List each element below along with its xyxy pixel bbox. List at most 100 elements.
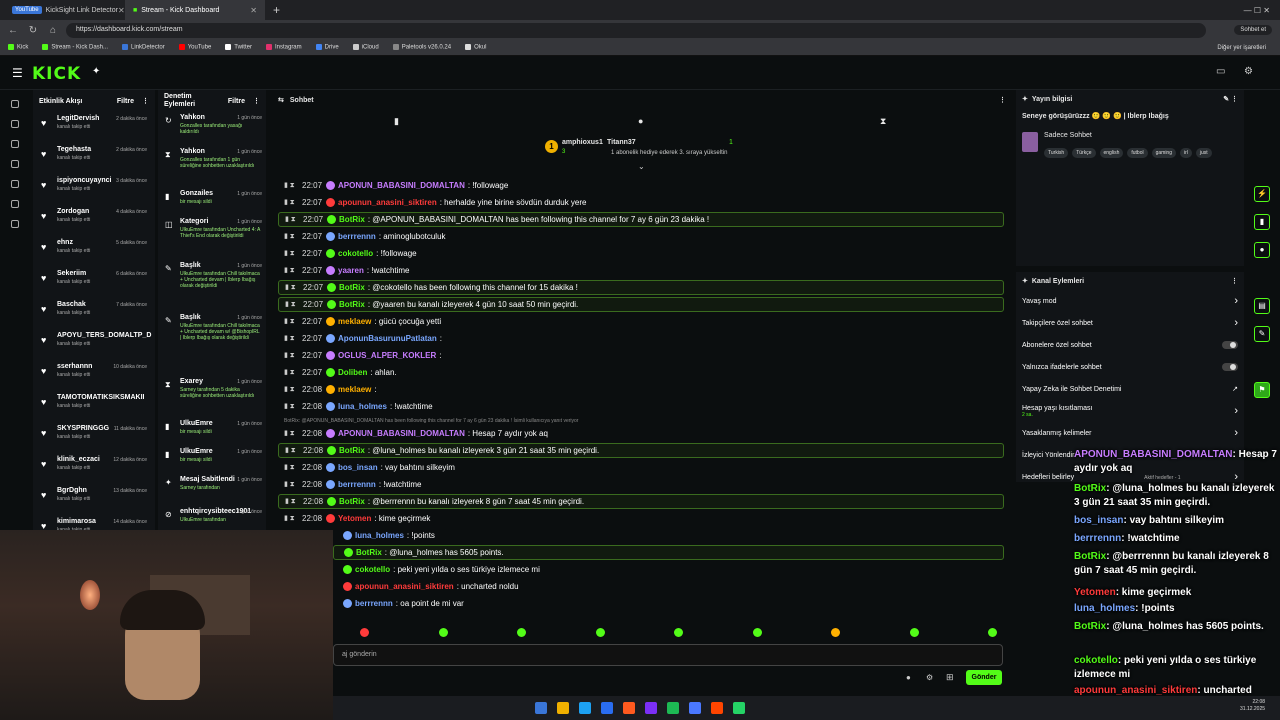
stream-tag[interactable]: english: [1099, 148, 1124, 158]
layout-icon[interactable]: ▤: [1254, 298, 1270, 314]
reload-icon[interactable]: ↻: [26, 25, 40, 36]
send-button[interactable]: Gönder: [966, 670, 1002, 685]
modlog-item[interactable]: ▮ UlkuEmre bir mesajı sildi 1 gün önce: [158, 446, 266, 474]
chat-message[interactable]: ▮ ⧗ 22:07 APONUN_BABASINI_DOMALTAN: !follo…: [278, 178, 1004, 193]
taskbar-app-icon[interactable]: [711, 702, 723, 714]
layout-icon[interactable]: ▭: [1216, 66, 1225, 77]
bookmark-item[interactable]: Drive: [315, 44, 339, 51]
chevron-right-icon[interactable]: ›: [1234, 317, 1238, 329]
settings-icon[interactable]: ⚙: [1244, 66, 1253, 77]
toggle-switch[interactable]: [1222, 341, 1238, 349]
message-username[interactable]: luna_holmes: [355, 531, 404, 540]
external-link-icon[interactable]: ↗: [1232, 385, 1238, 393]
other-bookmarks[interactable]: Diğer yer işaretleri: [1217, 45, 1266, 51]
chat-message[interactable]: ▮ ⧗ 22:07 berrrennn: aminoglubotculuk: [278, 229, 1004, 244]
message-username[interactable]: cokotello: [338, 249, 373, 258]
chat-message[interactable]: ▮ ⧗ 22:07 BotRix: @yaaren bu kanalı izleye…: [278, 297, 1004, 312]
bookmark-item[interactable]: LinkDetector: [122, 44, 165, 51]
raid-icon[interactable]: ⚑: [1254, 382, 1270, 398]
hourglass-icon[interactable]: ⧗: [880, 116, 886, 127]
modlog-item[interactable]: ▮ UlkuEmre bir mesajı sildi 1 gün önce: [158, 418, 266, 446]
chevron-right-icon[interactable]: ›: [1234, 405, 1238, 417]
activity-item[interactable]: ♥ SKYSPRINGGG kanalı takip etti 11 dakika ö…: [33, 422, 155, 453]
message-actions-icon[interactable]: ▮ ⧗: [284, 463, 295, 472]
channel-action-row[interactable]: Yalnızca ifadelerle sohbet: [1016, 356, 1244, 378]
chat-message[interactable]: ▮ ⧗ 22:08 APONUN_BABASINI_DOMALTAN: Hesap …: [278, 426, 1004, 441]
message-actions-icon[interactable]: ▮ ⧗: [285, 300, 296, 309]
activity-item[interactable]: ♥ LegitDervish kanalı takip etti 2 dakika ö…: [33, 112, 155, 143]
stream-tag[interactable]: just: [1195, 148, 1212, 158]
message-username[interactable]: meklaew: [338, 317, 371, 326]
chat-message[interactable]: ▮ ⧗ 22:08 berrrennn: !watchtime: [278, 477, 1004, 492]
stream-tag[interactable]: gaming: [1151, 148, 1176, 158]
message-username[interactable]: BotRix: [339, 283, 365, 292]
activity-item[interactable]: ♥ klinik_eczaci kanalı takip etti 12 dakika…: [33, 453, 155, 484]
activity-item[interactable]: ♥ APOYU_TERS_DOMALTP_D kanalı takip etti: [33, 329, 155, 360]
collapse-icon[interactable]: [11, 100, 19, 108]
message-actions-icon[interactable]: ▮ ⧗: [284, 351, 295, 360]
chat-message[interactable]: ▮ ⧗ 22:07 apounun_anasini_siktiren: herhal…: [278, 195, 1004, 210]
message-username[interactable]: BotRix: [339, 300, 365, 309]
channel-action-row[interactable]: Takipçilere özel sohbet ›: [1016, 312, 1244, 334]
bookmark-item[interactable]: Twitter: [225, 44, 252, 51]
window-controls[interactable]: — ☐ ✕: [1244, 6, 1270, 15]
activity-item[interactable]: ♥ BgrDghn kanalı takip etti 13 dakika önce: [33, 484, 155, 515]
message-username[interactable]: BotRix: [339, 446, 365, 455]
chat-message[interactable]: ▮ ⧗ 22:08 Yetomen: kime geçirmek: [278, 511, 1004, 526]
new-tab-button[interactable]: +: [273, 3, 280, 17]
home-icon[interactable]: ⌂: [46, 25, 60, 36]
message-actions-icon[interactable]: ▮ ⧗: [284, 402, 295, 411]
stream-tag[interactable]: Türkçe: [1072, 148, 1096, 158]
taskbar-app-icon[interactable]: [579, 702, 591, 714]
taskbar-app-icon[interactable]: [601, 702, 613, 714]
chat-message[interactable]: ▮ ⧗ 22:07 cokotello: !followage: [278, 246, 1004, 261]
taskbar-app-icon[interactable]: [689, 702, 701, 714]
chat-message[interactable]: ▮ ⧗ 22:08 meklaew:: [278, 382, 1004, 397]
bookmark-item[interactable]: Okul: [465, 44, 486, 51]
chat-message[interactable]: ▮ ⧗ 22:07 OGLUS_ALPER_KOKLER:: [278, 348, 1004, 363]
message-username[interactable]: AponunBasurunuPatlatan: [338, 334, 437, 343]
emote-icon[interactable]: [831, 628, 840, 637]
tab-stream[interactable]: ■ Stream - Kick Dashboard ✕: [125, 0, 265, 20]
bookmark-item[interactable]: iCloud: [352, 44, 379, 51]
modlog-item[interactable]: ↻ Yahkon Gonzalles tarafından yasağı kaldı…: [158, 112, 266, 146]
gear-icon[interactable]: ⚙: [926, 673, 933, 682]
activity-item[interactable]: ♥ kimimarosa kanalı takip etti 14 dakika ön…: [33, 515, 155, 530]
chat-message[interactable]: ▮ ⧗ 22:07 Doliben: ahlan.: [278, 365, 1004, 380]
taskbar-app-icon[interactable]: [645, 702, 657, 714]
kick-logo[interactable]: KICK: [32, 64, 81, 84]
edit-icon[interactable]: ✎ ⋮: [1223, 95, 1238, 103]
stream-tag[interactable]: futbol: [1127, 148, 1148, 158]
message-actions-icon[interactable]: ▮ ⧗: [284, 480, 295, 489]
message-actions-icon[interactable]: ▮ ⧗: [284, 368, 295, 377]
message-username[interactable]: apounun_anasini_siktiren: [355, 582, 454, 591]
chat-message[interactable]: ▮ ⧗ 22:08 BotRix: @berrrennn bu kanalı izl…: [278, 494, 1004, 509]
chat-icon[interactable]: [11, 140, 19, 148]
close-icon[interactable]: ✕: [118, 6, 125, 15]
activity-item[interactable]: ♥ Baschak kanalı takip etti 7 dakika önce: [33, 298, 155, 329]
modlog-item[interactable]: ⧗ Yahkon Gonzalles tarafından 1 gün süreli…: [158, 146, 266, 188]
emote-icon[interactable]: [674, 628, 683, 637]
more-icon[interactable]: ⋮: [142, 97, 149, 105]
modlog-item[interactable]: ✎ Başlık UlkuEmre tarafından Chill takılma…: [158, 260, 266, 312]
emote-icon[interactable]: [988, 628, 997, 637]
channel-action-row[interactable]: Hesap yaşı kısıtlaması 2 sa. ›: [1016, 400, 1244, 422]
users-icon[interactable]: [11, 180, 19, 188]
url-input[interactable]: https://dashboard.kick.com/stream: [66, 22, 1206, 38]
activity-item[interactable]: ♥ TAMOTOMATIKSIKSMAKII kanalı takip etti: [33, 391, 155, 422]
chat-message[interactable]: ▮ ⧗ 22:07 meklaew: gücü çocuğa yetti: [278, 314, 1004, 329]
message-username[interactable]: Yetomen: [338, 514, 371, 523]
trash-icon[interactable]: ▮: [394, 116, 399, 127]
chat-message[interactable]: ▮ ⧗ 22:07 AponunBasurunuPatlatan:: [278, 331, 1004, 346]
gift-icon[interactable]: ⊞: [946, 672, 954, 683]
message-username[interactable]: berrrennn: [338, 232, 376, 241]
emote-icon[interactable]: [909, 628, 919, 637]
activity-item[interactable]: ♥ sserhannn kanalı takip etti 10 dakika önc…: [33, 360, 155, 391]
message-username[interactable]: luna_holmes: [338, 402, 387, 411]
chat-icon[interactable]: ●: [1254, 242, 1270, 258]
message-actions-icon[interactable]: ▮ ⧗: [284, 317, 295, 326]
chat-message[interactable]: ▮ ⧗ 22:08 luna_holmes: !watchtime: [278, 399, 1004, 414]
activity-item[interactable]: ♥ Zordogan kanalı takip etti 4 dakika önce: [33, 205, 155, 236]
menu-icon[interactable]: ☰: [12, 66, 23, 80]
profile-button[interactable]: Sohbet et: [1234, 25, 1272, 35]
